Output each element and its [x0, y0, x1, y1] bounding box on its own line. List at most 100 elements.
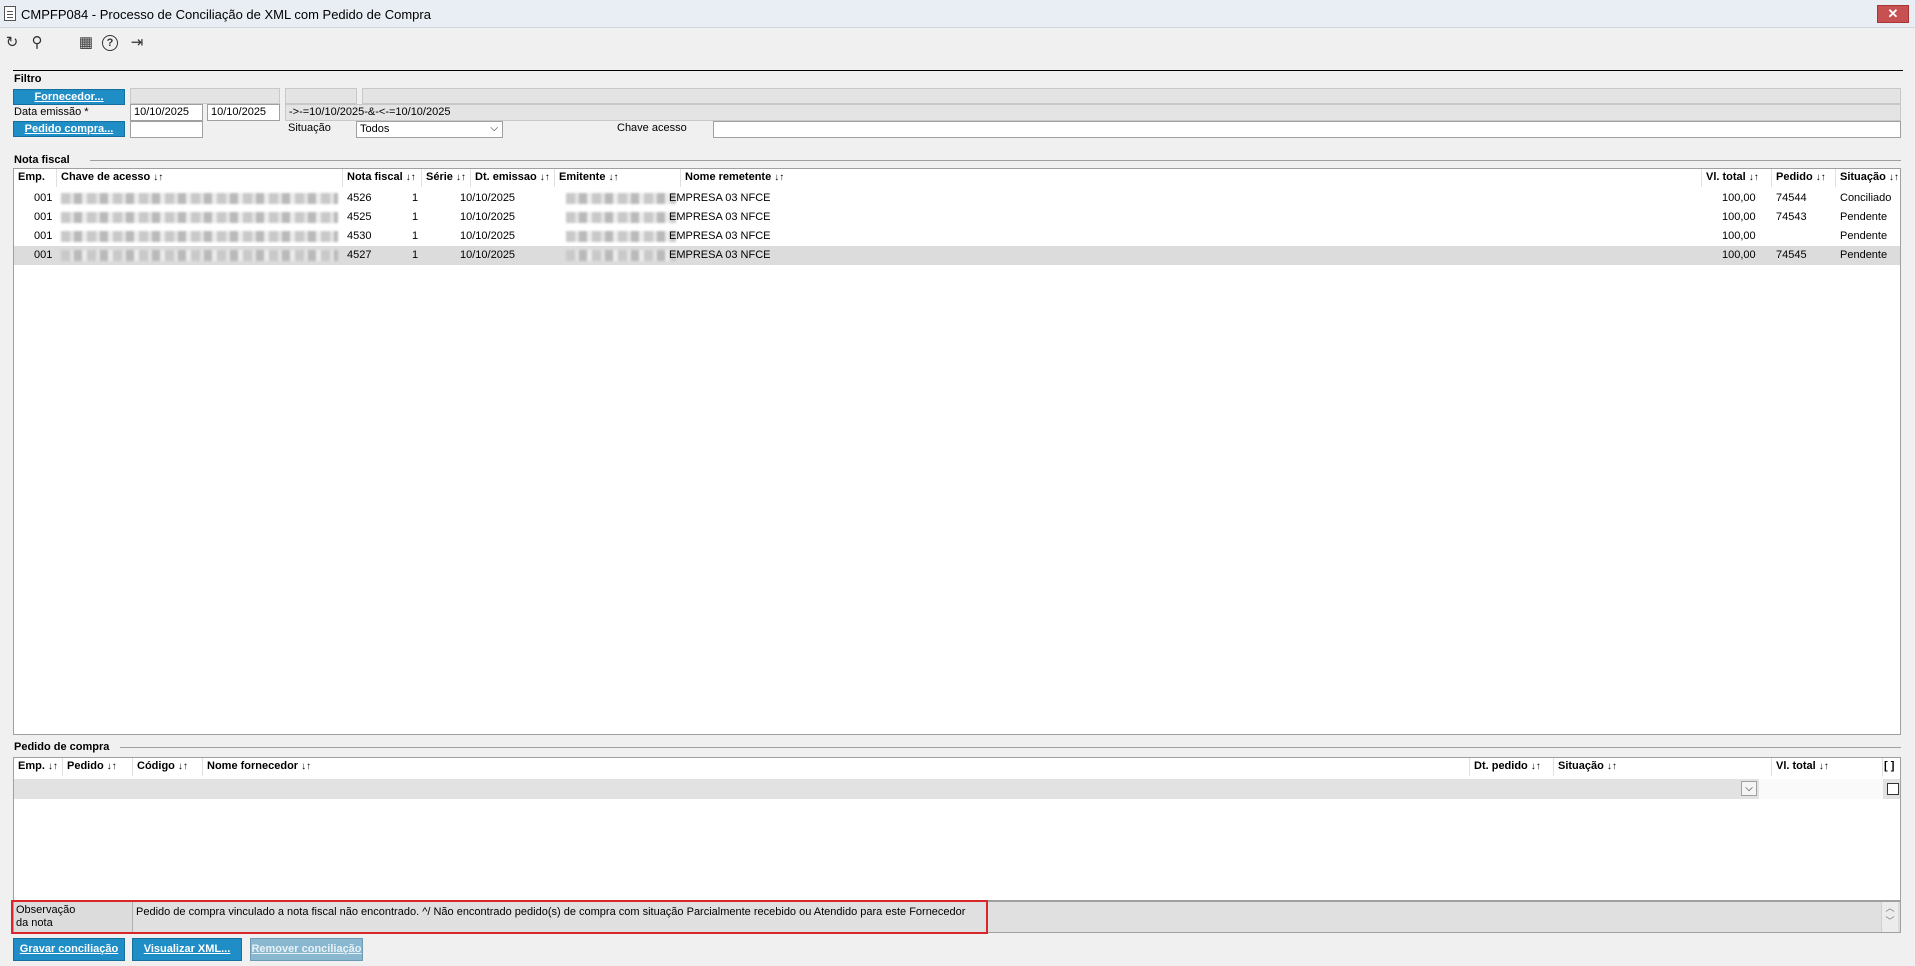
column-header-pedido[interactable]: Pedido ↓↑	[63, 758, 133, 776]
chevron-down-icon[interactable]: ⌵	[1741, 781, 1757, 796]
column-label: Nome fornecedor	[207, 760, 299, 772]
nota-fiscal-grid: Emp. Chave de acesso ↓↑ Nota fiscal ↓↑ Sér…	[13, 168, 1901, 735]
scroll-up-icon[interactable]: ︿	[1882, 902, 1898, 915]
toolbar-divider	[13, 70, 1903, 71]
emitente-redacted	[566, 231, 676, 242]
table-row[interactable]: 001 4526 1 10/10/2025 EMPRESA 03 NFCE 10…	[14, 189, 1900, 208]
situacao-label: Situação	[288, 122, 331, 134]
column-label: Vl. total	[1776, 760, 1816, 772]
nota-fiscal-section-label: Nota fiscal	[14, 154, 70, 166]
fornecedor-aux-field	[285, 88, 357, 104]
chave-acesso-redacted	[61, 231, 338, 242]
sort-icon: ↓↑	[153, 172, 164, 183]
sort-icon: ↓↑	[1606, 761, 1617, 772]
cell-serie: 1	[412, 211, 419, 223]
column-label: [ ]	[1884, 760, 1895, 772]
chave-acesso-redacted	[61, 212, 338, 223]
column-label: Nome remetente	[685, 171, 772, 183]
fornecedor-name-field	[362, 88, 1901, 104]
close-button[interactable]: ✕	[1877, 5, 1909, 23]
cell-nome: EMPRESA 03 NFCE	[669, 211, 771, 223]
column-label: Pedido	[1776, 171, 1813, 183]
cell-pedido: 74545	[1776, 249, 1807, 261]
cell-dt: 10/10/2025	[460, 211, 516, 223]
cell-dt: 10/10/2025	[460, 230, 516, 242]
column-header-dt-emissao[interactable]: Dt. emissao ↓↑	[471, 169, 555, 187]
sort-icon: ↓↑	[177, 761, 188, 772]
chave-acesso-redacted	[61, 193, 338, 204]
column-header-dt-pedido[interactable]: Dt. pedido ↓↑	[1470, 758, 1554, 776]
column-label: Dt. emissao	[475, 171, 537, 183]
pedido-compra-button[interactable]: Pedido compra...	[13, 121, 125, 137]
column-label: Situação	[1558, 760, 1604, 772]
column-header-chave[interactable]: Chave de acesso ↓↑	[57, 169, 343, 187]
scroll-down-icon[interactable]: ﹀	[1882, 915, 1898, 928]
date-expression-field: ->-=10/10/2025-&-<-=10/10/2025	[285, 104, 1901, 121]
visualizar-xml-button[interactable]: Visualizar XML...	[132, 938, 242, 961]
column-header-nome-remetente[interactable]: Nome remetente ↓↑	[681, 169, 1702, 187]
cell-nota: 4530	[347, 230, 372, 242]
table-row-selected[interactable]: 001 4527 1 10/10/2025 EMPRESA 03 NFCE 10…	[14, 246, 1900, 265]
window-title: CMPFP084 - Processo de Conciliação de XM…	[21, 7, 431, 22]
cell-nome: EMPRESA 03 NFCE	[669, 192, 771, 204]
sort-icon: ↓↑	[301, 761, 312, 772]
column-header-nome-fornecedor[interactable]: Nome fornecedor ↓↑	[203, 758, 1470, 776]
pedido-compra-input[interactable]	[130, 121, 203, 138]
cell-nota: 4526	[347, 192, 372, 204]
sort-icon: ↓↑	[1888, 172, 1899, 183]
column-header-situacao[interactable]: Situação ↓↑	[1836, 169, 1900, 187]
fornecedor-button[interactable]: Fornecedor...	[13, 89, 125, 105]
column-label: Emp.	[18, 171, 45, 183]
table-row[interactable]: 001 4525 1 10/10/2025 EMPRESA 03 NFCE 10…	[14, 208, 1900, 227]
column-header-vl-total[interactable]: Vl. total ↓↑	[1702, 169, 1772, 187]
sort-icon: ↓↑	[774, 172, 785, 183]
sort-icon: ↓↑	[1815, 172, 1826, 183]
exit-icon[interactable]: ⇥	[128, 34, 146, 52]
table-row[interactable]: 001 4530 1 10/10/2025 EMPRESA 03 NFCE 10…	[14, 227, 1900, 246]
refresh-icon[interactable]: ↻	[3, 34, 21, 52]
row-checkbox[interactable]	[1887, 783, 1899, 795]
data-inicio-input[interactable]: 10/10/2025	[130, 104, 203, 121]
cell-situacao: Pendente	[1840, 211, 1888, 223]
cell-serie: 1	[412, 249, 419, 261]
pedido-compra-divider	[120, 747, 1901, 748]
data-emissao-label: Data emissão *	[14, 106, 89, 118]
observacao-scrollbar[interactable]: ︿ ﹀	[1881, 902, 1898, 932]
column-header-nota-fiscal[interactable]: Nota fiscal ↓↑	[343, 169, 422, 187]
chave-acesso-input[interactable]	[713, 121, 1901, 138]
column-header-emitente[interactable]: Emitente ↓↑	[555, 169, 681, 187]
column-header-pedido[interactable]: Pedido ↓↑	[1772, 169, 1836, 187]
sort-icon: ↓↑	[1818, 761, 1829, 772]
data-fim-input[interactable]: 10/10/2025	[207, 104, 280, 121]
remover-conciliacao-button[interactable]: Remover conciliação	[250, 938, 363, 961]
cell-dt: 10/10/2025	[460, 249, 516, 261]
column-header-codigo[interactable]: Código ↓↑	[133, 758, 203, 776]
sort-icon: ↓↑	[1530, 761, 1541, 772]
chave-acesso-label: Chave acesso	[617, 122, 687, 134]
toolbar	[0, 28, 1915, 58]
search-icon[interactable]: ⚲	[28, 34, 46, 52]
column-label: Emp.	[18, 760, 45, 772]
column-header-select-all[interactable]: [ ]	[1883, 758, 1901, 776]
column-header-vl-total[interactable]: Vl. total ↓↑	[1772, 758, 1883, 776]
filtro-section-label: Filtro	[14, 73, 42, 85]
document-icon	[4, 6, 16, 21]
column-header-emp[interactable]: Emp.	[14, 169, 57, 187]
cell-vl: 100,00	[1722, 230, 1756, 242]
help-icon[interactable]: ?	[102, 35, 118, 51]
situacao-select[interactable]: Todos ⌵	[356, 121, 503, 138]
column-header-serie[interactable]: Série ↓↑	[422, 169, 471, 187]
fornecedor-code-field	[130, 88, 280, 104]
column-header-situacao[interactable]: Situação ↓↑	[1554, 758, 1772, 776]
vl-total-cell	[1759, 779, 1883, 799]
column-header-emp[interactable]: Emp. ↓↑	[14, 758, 63, 776]
cell-dt: 10/10/2025	[460, 192, 516, 204]
cell-pedido: 74543	[1776, 211, 1807, 223]
emitente-redacted	[566, 212, 676, 223]
column-label: Emitente	[559, 171, 606, 183]
column-label: Chave de acesso	[61, 171, 151, 183]
calendar-icon[interactable]: ▦	[77, 34, 95, 52]
cell-nome: EMPRESA 03 NFCE	[669, 249, 771, 261]
gravar-conciliacao-button[interactable]: Gravar conciliação	[13, 938, 125, 961]
new-entry-row[interactable]: ⌵	[14, 779, 1900, 799]
